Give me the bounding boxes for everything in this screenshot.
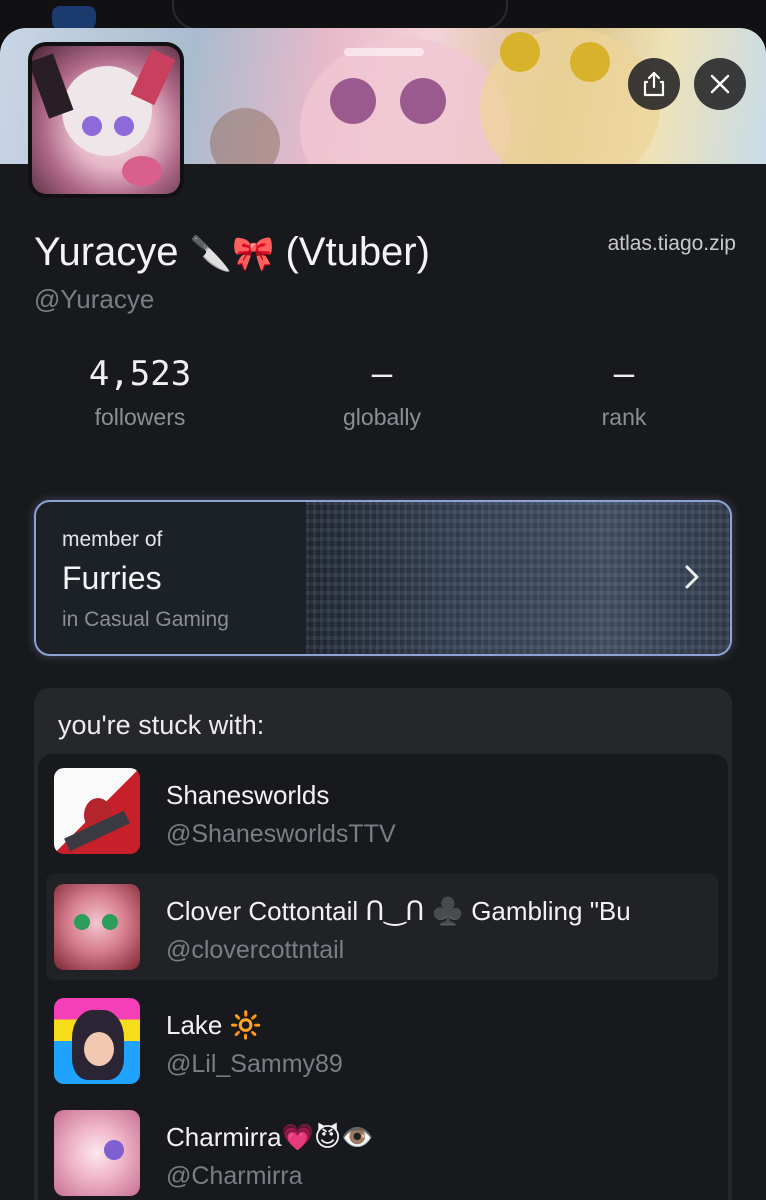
sheet-grabber[interactable]: [344, 48, 424, 56]
stuck-with-title: you're stuck with:: [58, 710, 265, 740]
user-avatar: [54, 884, 140, 970]
user-avatar: [54, 768, 140, 854]
user-handle: @ShanesworldsTTV: [166, 820, 396, 848]
list-item[interactable]: Shanesworlds @ShanesworldsTTV: [46, 758, 718, 864]
membership-caption: member of: [62, 528, 163, 551]
stat-followers-value: 4,523: [88, 354, 192, 394]
background-search-pill: [172, 0, 508, 30]
display-name-text: Yuracye: [34, 230, 179, 274]
close-icon: [710, 74, 730, 94]
stat-globally: – globally: [272, 354, 492, 431]
profile-avatar: [28, 42, 184, 198]
user-name: Clover Cottontail ᑎ‿ᑎ ♣️ Gambling "Bu: [166, 896, 631, 926]
share-button[interactable]: [628, 58, 680, 110]
list-item[interactable]: Charmirra💗😈👁️ @Charmirra: [46, 1100, 718, 1200]
display-name-emoji: 🔪🎀: [189, 234, 275, 274]
user-handle: @clovercottntail: [166, 936, 345, 964]
list-item[interactable]: Clover Cottontail ᑎ‿ᑎ ♣️ Gambling "Bu @c…: [46, 874, 718, 980]
user-name: Shanesworlds: [166, 780, 330, 810]
list-item[interactable]: Lake 🔆 @Lil_Sammy89: [46, 988, 718, 1094]
user-name: Lake 🔆: [166, 1010, 262, 1040]
membership-card[interactable]: member of Furries in Casual Gaming: [34, 500, 732, 656]
stat-followers: 4,523 followers: [30, 354, 250, 431]
profile-sheet: Yuracye 🔪🎀 (Vtuber) @Yuracye atlas.tiago…: [0, 28, 766, 1200]
membership-category: in Casual Gaming: [62, 608, 229, 631]
membership-group-name: Furries: [62, 560, 162, 596]
user-handle: @Lil_Sammy89: [166, 1050, 343, 1078]
stat-rank-value: –: [613, 354, 635, 394]
user-avatar: [54, 998, 140, 1084]
stuck-with-list: Shanesworlds @ShanesworldsTTV Clover Cot…: [38, 754, 728, 1200]
display-name-suffix: (Vtuber): [285, 230, 430, 274]
stat-followers-label: followers: [94, 404, 186, 430]
stat-globally-value: –: [371, 354, 393, 394]
stat-rank: – rank: [514, 354, 734, 431]
membership-card-texture: [306, 502, 730, 654]
user-name: Charmirra💗😈👁️: [166, 1122, 374, 1152]
user-handle: @Charmirra: [166, 1162, 303, 1190]
share-icon: [643, 71, 665, 97]
site-link[interactable]: atlas.tiago.zip: [608, 232, 736, 256]
stuck-with-panel: you're stuck with: Shanesworlds @Shanesw…: [34, 688, 732, 1200]
stat-rank-label: rank: [601, 404, 647, 430]
user-avatar: [54, 1110, 140, 1196]
chevron-right-icon: [685, 565, 699, 589]
stat-globally-label: globally: [343, 404, 421, 430]
close-button[interactable]: [694, 58, 746, 110]
profile-handle: @Yuracye: [34, 284, 155, 314]
profile-display-name: Yuracye 🔪🎀 (Vtuber): [34, 230, 430, 275]
